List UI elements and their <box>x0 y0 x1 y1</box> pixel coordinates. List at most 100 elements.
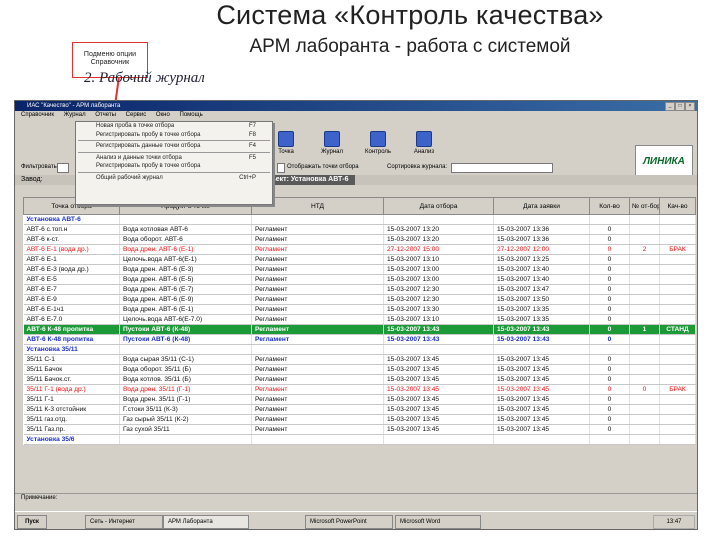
table-row[interactable]: 35/11 Газ.пр. Газ сухой 35/11 Регламент 15-… <box>23 424 696 435</box>
dd-item-register-sample-2[interactable]: Регистрировать пробу в точке отбора <box>76 162 272 171</box>
table-cell: Регламент <box>251 404 384 415</box>
col-header-sample-no[interactable]: № от-бора <box>629 197 660 215</box>
table-row[interactable]: АВТ-6 Е-5 Вода дрен. АВТ-6 (Е-5) Регламент… <box>23 274 696 285</box>
table-cell: 0 <box>589 394 630 405</box>
table-cell: 35/11 газ.отд. <box>23 414 120 425</box>
table-cell <box>629 254 660 265</box>
table-cell <box>629 214 660 225</box>
close-icon[interactable]: × <box>685 102 695 111</box>
table-cell <box>589 344 630 355</box>
menu-item-spravochnik[interactable]: Справочник <box>21 112 54 118</box>
table-cell: 0 <box>589 234 630 245</box>
col-header-quality[interactable]: Кач-во <box>659 197 696 215</box>
col-header-sample-date[interactable]: Дата отбора <box>383 197 494 215</box>
filter-dropdown[interactable] <box>57 163 69 173</box>
table-cell: 35/11 Г-1 <box>23 394 120 405</box>
table-cell: 0 <box>589 224 630 235</box>
table-row[interactable]: 35/11 К-3 отстойник Г.стоки 35/11 (К-3) Ре… <box>23 404 696 415</box>
table-row[interactable]: АВТ-6 к-ст. Вода оборот. АВТ-6 Регламент 15… <box>23 234 696 245</box>
table-row[interactable]: 35/11 С-1 Вода сырая 35/11 (С-1) Регламент… <box>23 354 696 365</box>
table-cell: 15-03-2007 13:47 <box>493 284 590 295</box>
table-row[interactable]: АВТ-6 Е-9 Вода дрен. АВТ-6 (Е-9) Регламент… <box>23 294 696 305</box>
toolbar-button-kontrol[interactable]: Контроль <box>365 131 391 155</box>
table-cell: Регламент <box>251 374 384 385</box>
table-cell: БРАК <box>659 244 696 255</box>
table-cell: Регламент <box>251 334 384 345</box>
table-cell <box>659 284 696 295</box>
dd-item-new-sample[interactable]: Новая проба в точке отбора F7 <box>76 122 272 131</box>
table-group-row[interactable]: Установка 35/6 <box>23 434 696 445</box>
maximize-icon[interactable]: □ <box>675 102 685 111</box>
table-cell: 0 <box>589 334 630 345</box>
table-cell: Вода дрен. АВТ-6 (Е-1) <box>119 244 252 255</box>
table-row[interactable]: АВТ-6 Е-1 (вода др.) Вода дрен. АВТ-6 (Е-… <box>23 244 696 255</box>
taskbar-item-arm[interactable]: АРМ Лаборанта <box>163 515 249 529</box>
menu-item-servis[interactable]: Сервис <box>126 112 147 118</box>
table-cell: АВТ-6 Е-1 <box>23 254 120 265</box>
table-row[interactable]: 35/11 Г-1 (вода др.) Вода дрен. 35/11 (Г-… <box>23 384 696 395</box>
show-points-label: Отображать точки отбора <box>287 164 359 170</box>
table-row[interactable]: АВТ-6 Е-7.0 Целочь.вода АВТ-6(Е-7.0) Регла… <box>23 314 696 325</box>
zavod-label: Завод: <box>21 176 43 183</box>
table-cell <box>659 294 696 305</box>
table-cell: Вода дрен. 35/11 (Г-1) <box>119 384 252 395</box>
menu-item-pomosch[interactable]: Помощь <box>180 112 203 118</box>
toolbar-button-analiz[interactable]: Анализ <box>411 131 437 155</box>
table-cell: Регламент <box>251 264 384 275</box>
table-cell: 15-03-2007 12:30 <box>383 294 494 305</box>
menu-item-zhurnal[interactable]: Журнал <box>64 112 86 118</box>
taskbar-item-internet[interactable]: Сеть - Интернет <box>85 515 163 529</box>
table-cell <box>629 294 660 305</box>
table-row[interactable]: 35/11 Г-1 Вода дрен. 35/11 (Г-1) Регламент… <box>23 394 696 405</box>
table-row[interactable]: АВТ-6 Е-7 Вода дрен. АВТ-6 (Е-7) Регламент… <box>23 284 696 295</box>
dd-item-general-journal[interactable]: Общий рабочий журнал Ctrl+P <box>76 174 272 183</box>
table-group-row[interactable]: АВТ-6 К-48 пропитка Пустоки АВТ-6 (К-48) Р… <box>23 334 696 345</box>
table-cell <box>659 264 696 275</box>
table-cell <box>493 434 590 445</box>
table-cell: Газ сухой 35/11 <box>119 424 252 435</box>
table-row[interactable]: 35/11 Бачок.ст. Вода котлов. 35/11 (Б) Рег… <box>23 374 696 385</box>
table-cell <box>629 364 660 375</box>
toolbar-button-zhurnal[interactable]: Журнал <box>319 131 345 155</box>
table-cell: 0 <box>589 424 630 435</box>
table-cell: 15-03-2007 13:45 <box>493 364 590 375</box>
table-row[interactable]: АВТ-6 К-48 пропитка Пустоки АВТ-6 (К-48) Р… <box>23 324 696 335</box>
table-cell: Вода дрен. АВТ-6 (Е-5) <box>119 274 252 285</box>
menu-item-otchety[interactable]: Отчеты <box>95 112 116 118</box>
table-row[interactable]: 35/11 Бачок Вода оборот. 35/11 (Б) Регламе… <box>23 364 696 375</box>
table-row[interactable]: АВТ-6 с.топ.н Вода котловая АВТ-6 Регламен… <box>23 224 696 235</box>
dd-item-analysis[interactable]: Анализ и данные точки отбора F5 <box>76 154 272 163</box>
table-cell: 35/11 Бачок <box>23 364 120 375</box>
toolbar-button-tochka[interactable]: Точка <box>273 131 299 155</box>
table-cell: 35/11 Газ.пр. <box>23 424 120 435</box>
table-group-row[interactable]: Установка АВТ-6 <box>23 214 696 225</box>
show-points-checkbox[interactable] <box>277 163 285 173</box>
spravochnik-dropdown: Новая проба в точке отбора F7 Регистриров… <box>75 121 273 205</box>
table-cell: 15-03-2007 13:45 <box>493 384 590 395</box>
table-cell: АВТ-6 Е-1 (вода др.) <box>23 244 120 255</box>
table-group-row[interactable]: Установка 35/11 <box>23 344 696 355</box>
table-row[interactable]: АВТ-6 Е-3 (вода др.) Вода дрен. АВТ-6 (Е-… <box>23 264 696 275</box>
dd-item-register-data[interactable]: Регистрировать данные точки отбора F4 <box>76 142 272 151</box>
table-cell: Газ сырый 35/11 (К-2) <box>119 414 252 425</box>
col-header-count[interactable]: Кол-во <box>589 197 630 215</box>
table-cell: 15-03-2007 13:43 <box>493 334 590 345</box>
menu-item-okno[interactable]: Окно <box>156 112 170 118</box>
window-titlebar[interactable]: ИАС "Качество" - АРМ лаборанта _ □ × <box>15 101 697 111</box>
table-row[interactable]: АВТ-6 Е-1ч1 Вода дрен. АВТ-6 (Е-1) Регламе… <box>23 304 696 315</box>
taskbar-item-word[interactable]: Microsoft Word <box>395 515 481 529</box>
sort-select[interactable] <box>451 163 553 173</box>
table-cell <box>629 404 660 415</box>
table-cell: 15-03-2007 13:40 <box>493 264 590 275</box>
table-cell: 15-03-2007 13:36 <box>493 234 590 245</box>
window-title: ИАС "Качество" - АРМ лаборанта <box>27 103 121 109</box>
table-cell: СТАНД <box>659 324 696 335</box>
col-header-request-date[interactable]: Дата заявки <box>493 197 590 215</box>
table-cell: 15-03-2007 13:45 <box>383 424 494 435</box>
table-row[interactable]: АВТ-6 Е-1 Целочь.вода АВТ-6(Е-1) Регламент… <box>23 254 696 265</box>
table-row[interactable]: 35/11 газ.отд. Газ сырый 35/11 (К-2) Регла… <box>23 414 696 425</box>
start-button[interactable]: Пуск <box>17 515 47 529</box>
dd-item-register-sample[interactable]: Регистрировать пробу в точке отбора F8 <box>76 131 272 140</box>
taskbar-item-powerpoint[interactable]: Microsoft PowerPoint <box>305 515 393 529</box>
minimize-icon[interactable]: _ <box>665 102 675 111</box>
